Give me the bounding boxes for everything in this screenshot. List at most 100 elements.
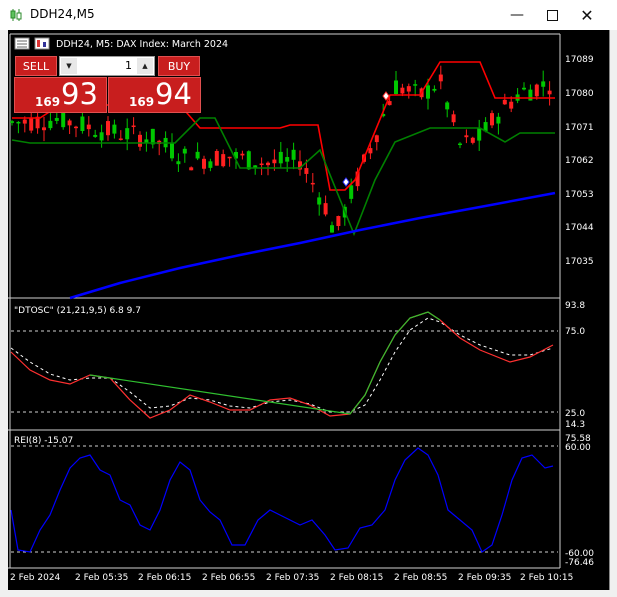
buy-price-prefix: 169 xyxy=(129,95,155,109)
candle-body xyxy=(221,154,226,167)
candle-body xyxy=(387,101,392,106)
candle-body xyxy=(182,148,187,154)
buy-price-box[interactable]: 169 94 xyxy=(108,77,201,113)
quantity-input[interactable]: 1 xyxy=(125,59,132,72)
chart-svg[interactable]: DDH24, M5: DAX Index: March 2024 17089 1… xyxy=(8,30,610,590)
moving-average-line xyxy=(69,191,556,300)
time-tick-label: 2 Feb 2024 xyxy=(10,573,61,583)
close-button[interactable]: ✕ xyxy=(570,0,604,30)
candle-body xyxy=(458,143,462,146)
dtosc-slow-line xyxy=(10,317,554,413)
candle-body xyxy=(547,90,552,95)
triangle-up-icon: ▲ xyxy=(142,62,148,70)
candle-body xyxy=(54,117,59,121)
candle-body xyxy=(80,116,85,132)
candle-body xyxy=(208,161,213,168)
candle-body xyxy=(176,161,181,165)
dtosc-fast-line xyxy=(10,311,554,419)
candle-body xyxy=(451,114,456,123)
time-tick-label: 2 Feb 07:35 xyxy=(266,573,319,583)
buy-arrow-marker xyxy=(342,177,350,187)
candle-body xyxy=(259,163,264,166)
candle-body xyxy=(189,167,194,171)
candle-body xyxy=(406,86,411,92)
candle-body xyxy=(291,149,296,160)
minimize-button[interactable]: — xyxy=(500,0,534,30)
candle-body xyxy=(266,162,270,166)
window-border xyxy=(609,30,610,590)
candle-body xyxy=(541,81,546,87)
sell-button[interactable]: SELL xyxy=(15,56,57,76)
minimize-icon: — xyxy=(510,7,524,23)
candle-body xyxy=(195,151,200,159)
buy-button[interactable]: BUY xyxy=(158,56,200,76)
candle-body xyxy=(42,127,46,131)
candle-body xyxy=(125,128,130,140)
chart-header-text: DDH24, M5: DAX Index: March 2024 xyxy=(56,39,228,50)
dtosc-axis-label: 75.0 xyxy=(565,327,585,337)
buy-price-main: 94 xyxy=(155,77,192,111)
candle-body xyxy=(99,132,104,141)
time-tick-label: 2 Feb 05:35 xyxy=(75,573,128,583)
candle-body xyxy=(150,128,155,145)
candle-body xyxy=(522,87,526,90)
candle-body xyxy=(272,159,277,164)
candle-body xyxy=(278,151,283,164)
sell-price-box[interactable]: 169 93 xyxy=(14,77,107,113)
candle-body xyxy=(131,125,136,128)
time-tick-label: 2 Feb 06:15 xyxy=(138,573,191,583)
time-tick-label: 2 Feb 10:15 xyxy=(520,573,573,583)
price-tick-label: 17062 xyxy=(565,156,594,166)
maximize-button[interactable] xyxy=(535,0,569,30)
dtosc-axis-label: 93.8 xyxy=(565,301,585,311)
one-click-trading-panel: SELL ▼ 1 ▲ BUY 169 93 169 94 xyxy=(14,55,202,113)
candle-body xyxy=(106,121,110,136)
candle-body xyxy=(528,89,533,101)
candle-body xyxy=(16,121,21,124)
candle-body xyxy=(374,135,379,143)
rei-line xyxy=(10,447,554,553)
close-icon: ✕ xyxy=(580,5,594,25)
dtosc-fast-line-up xyxy=(89,311,441,415)
candle-body xyxy=(330,225,334,233)
triangle-down-icon: ▼ xyxy=(66,62,72,70)
candle-body xyxy=(74,126,78,129)
candle-body xyxy=(432,88,437,91)
candle-body xyxy=(502,99,507,105)
candle-body xyxy=(534,84,539,97)
time-axis: 2 Feb 2024 2 Feb 05:35 2 Feb 06:15 2 Feb… xyxy=(10,573,573,583)
candle-body xyxy=(317,197,322,205)
candle-body xyxy=(10,121,14,123)
dtosc-panel: "DTOSC" (21,21,9,5) 6.8 9.7 93.8 75.0 25… xyxy=(10,301,585,430)
candle-body xyxy=(93,134,98,137)
quantity-decrease-button[interactable]: ▼ xyxy=(61,58,77,74)
candle-body xyxy=(464,135,469,138)
time-tick-label: 2 Feb 08:55 xyxy=(394,573,447,583)
price-tick-label: 17044 xyxy=(565,223,594,233)
price-tick-label: 17035 xyxy=(565,257,594,267)
quantity-increase-button[interactable]: ▲ xyxy=(137,58,153,74)
quantity-stepper[interactable]: ▼ 1 ▲ xyxy=(59,56,155,76)
price-tick-label: 17080 xyxy=(565,89,594,99)
candle-body xyxy=(490,113,494,126)
maximize-icon xyxy=(546,9,558,21)
candle-body xyxy=(118,138,123,140)
candle-body xyxy=(445,102,450,110)
candle-body xyxy=(470,137,475,143)
rei-label: REI(8) -15.07 xyxy=(14,436,73,446)
candle-body xyxy=(310,182,315,185)
candle-body xyxy=(336,216,341,227)
price-tick-label: 17089 xyxy=(565,55,594,65)
rei-panel: REI(8) -15.07 75.58 60.00 -60.00 -76.46 xyxy=(10,434,594,568)
dtosc-axis-label: 14.3 xyxy=(565,420,585,430)
chart-area[interactable]: DDH24, M5: DAX Index: March 2024 17089 1… xyxy=(8,30,610,590)
candle-body xyxy=(426,85,430,99)
rei-axis-label: 60.00 xyxy=(565,443,591,453)
window-titlebar: DDH24,M5 — ✕ xyxy=(0,0,617,30)
candle-body xyxy=(285,157,290,162)
candle-body xyxy=(394,80,398,95)
rei-axis-label: -76.46 xyxy=(565,558,594,568)
candle-body xyxy=(246,151,251,170)
candle-body xyxy=(138,134,142,147)
chart-header-icons xyxy=(14,37,50,50)
